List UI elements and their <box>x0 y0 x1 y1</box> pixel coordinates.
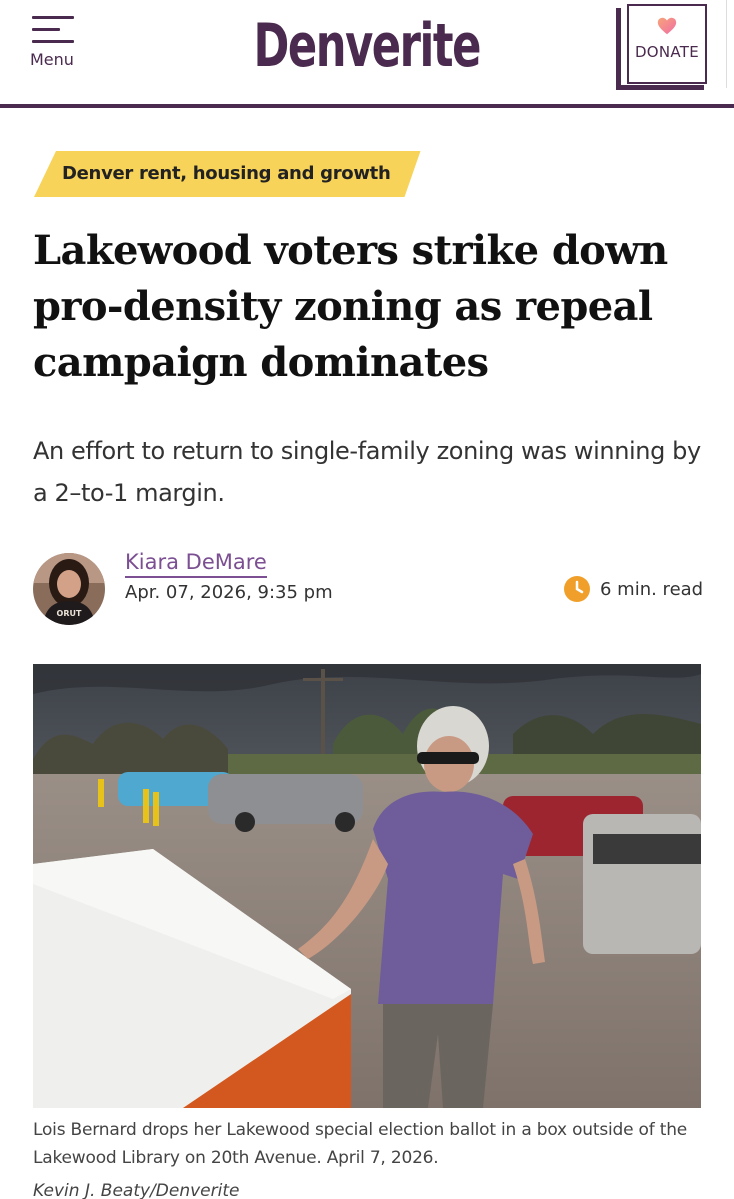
clock-icon <box>564 576 590 602</box>
publish-date: Apr. 07, 2026, 9:35 pm <box>125 582 333 603</box>
read-time: 6 min. read <box>564 576 703 602</box>
site-header: Menu Denverite DONATE <box>0 0 734 108</box>
edge-divider <box>726 0 734 88</box>
hamburger-icon <box>32 16 74 43</box>
donate-label: DONATE <box>634 43 700 61</box>
topic-tag[interactable]: Denver rent, housing and growth <box>34 151 421 197</box>
menu-button[interactable]: Menu <box>30 16 80 69</box>
photo-caption: Lois Bernard drops her Lakewood special … <box>33 1120 688 1168</box>
article-dek: An effort to return to single-family zon… <box>33 437 701 507</box>
photo-credit: Kevin J. Beaty/Denverite <box>33 1181 240 1199</box>
donate-button[interactable]: DONATE <box>616 4 707 90</box>
lead-photo <box>33 664 701 1108</box>
site-logo[interactable]: Denverite <box>102 10 630 82</box>
author-link[interactable]: Kiara DeMare <box>125 548 267 578</box>
svg-text:ORUT: ORUT <box>57 609 82 618</box>
article-headline: Lakewood voters strike down pro-density … <box>33 227 668 386</box>
author-avatar[interactable]: ORUT <box>33 553 105 625</box>
menu-label: Menu <box>30 50 74 69</box>
heart-icon <box>657 17 677 35</box>
read-time-text: 6 min. read <box>600 578 704 600</box>
